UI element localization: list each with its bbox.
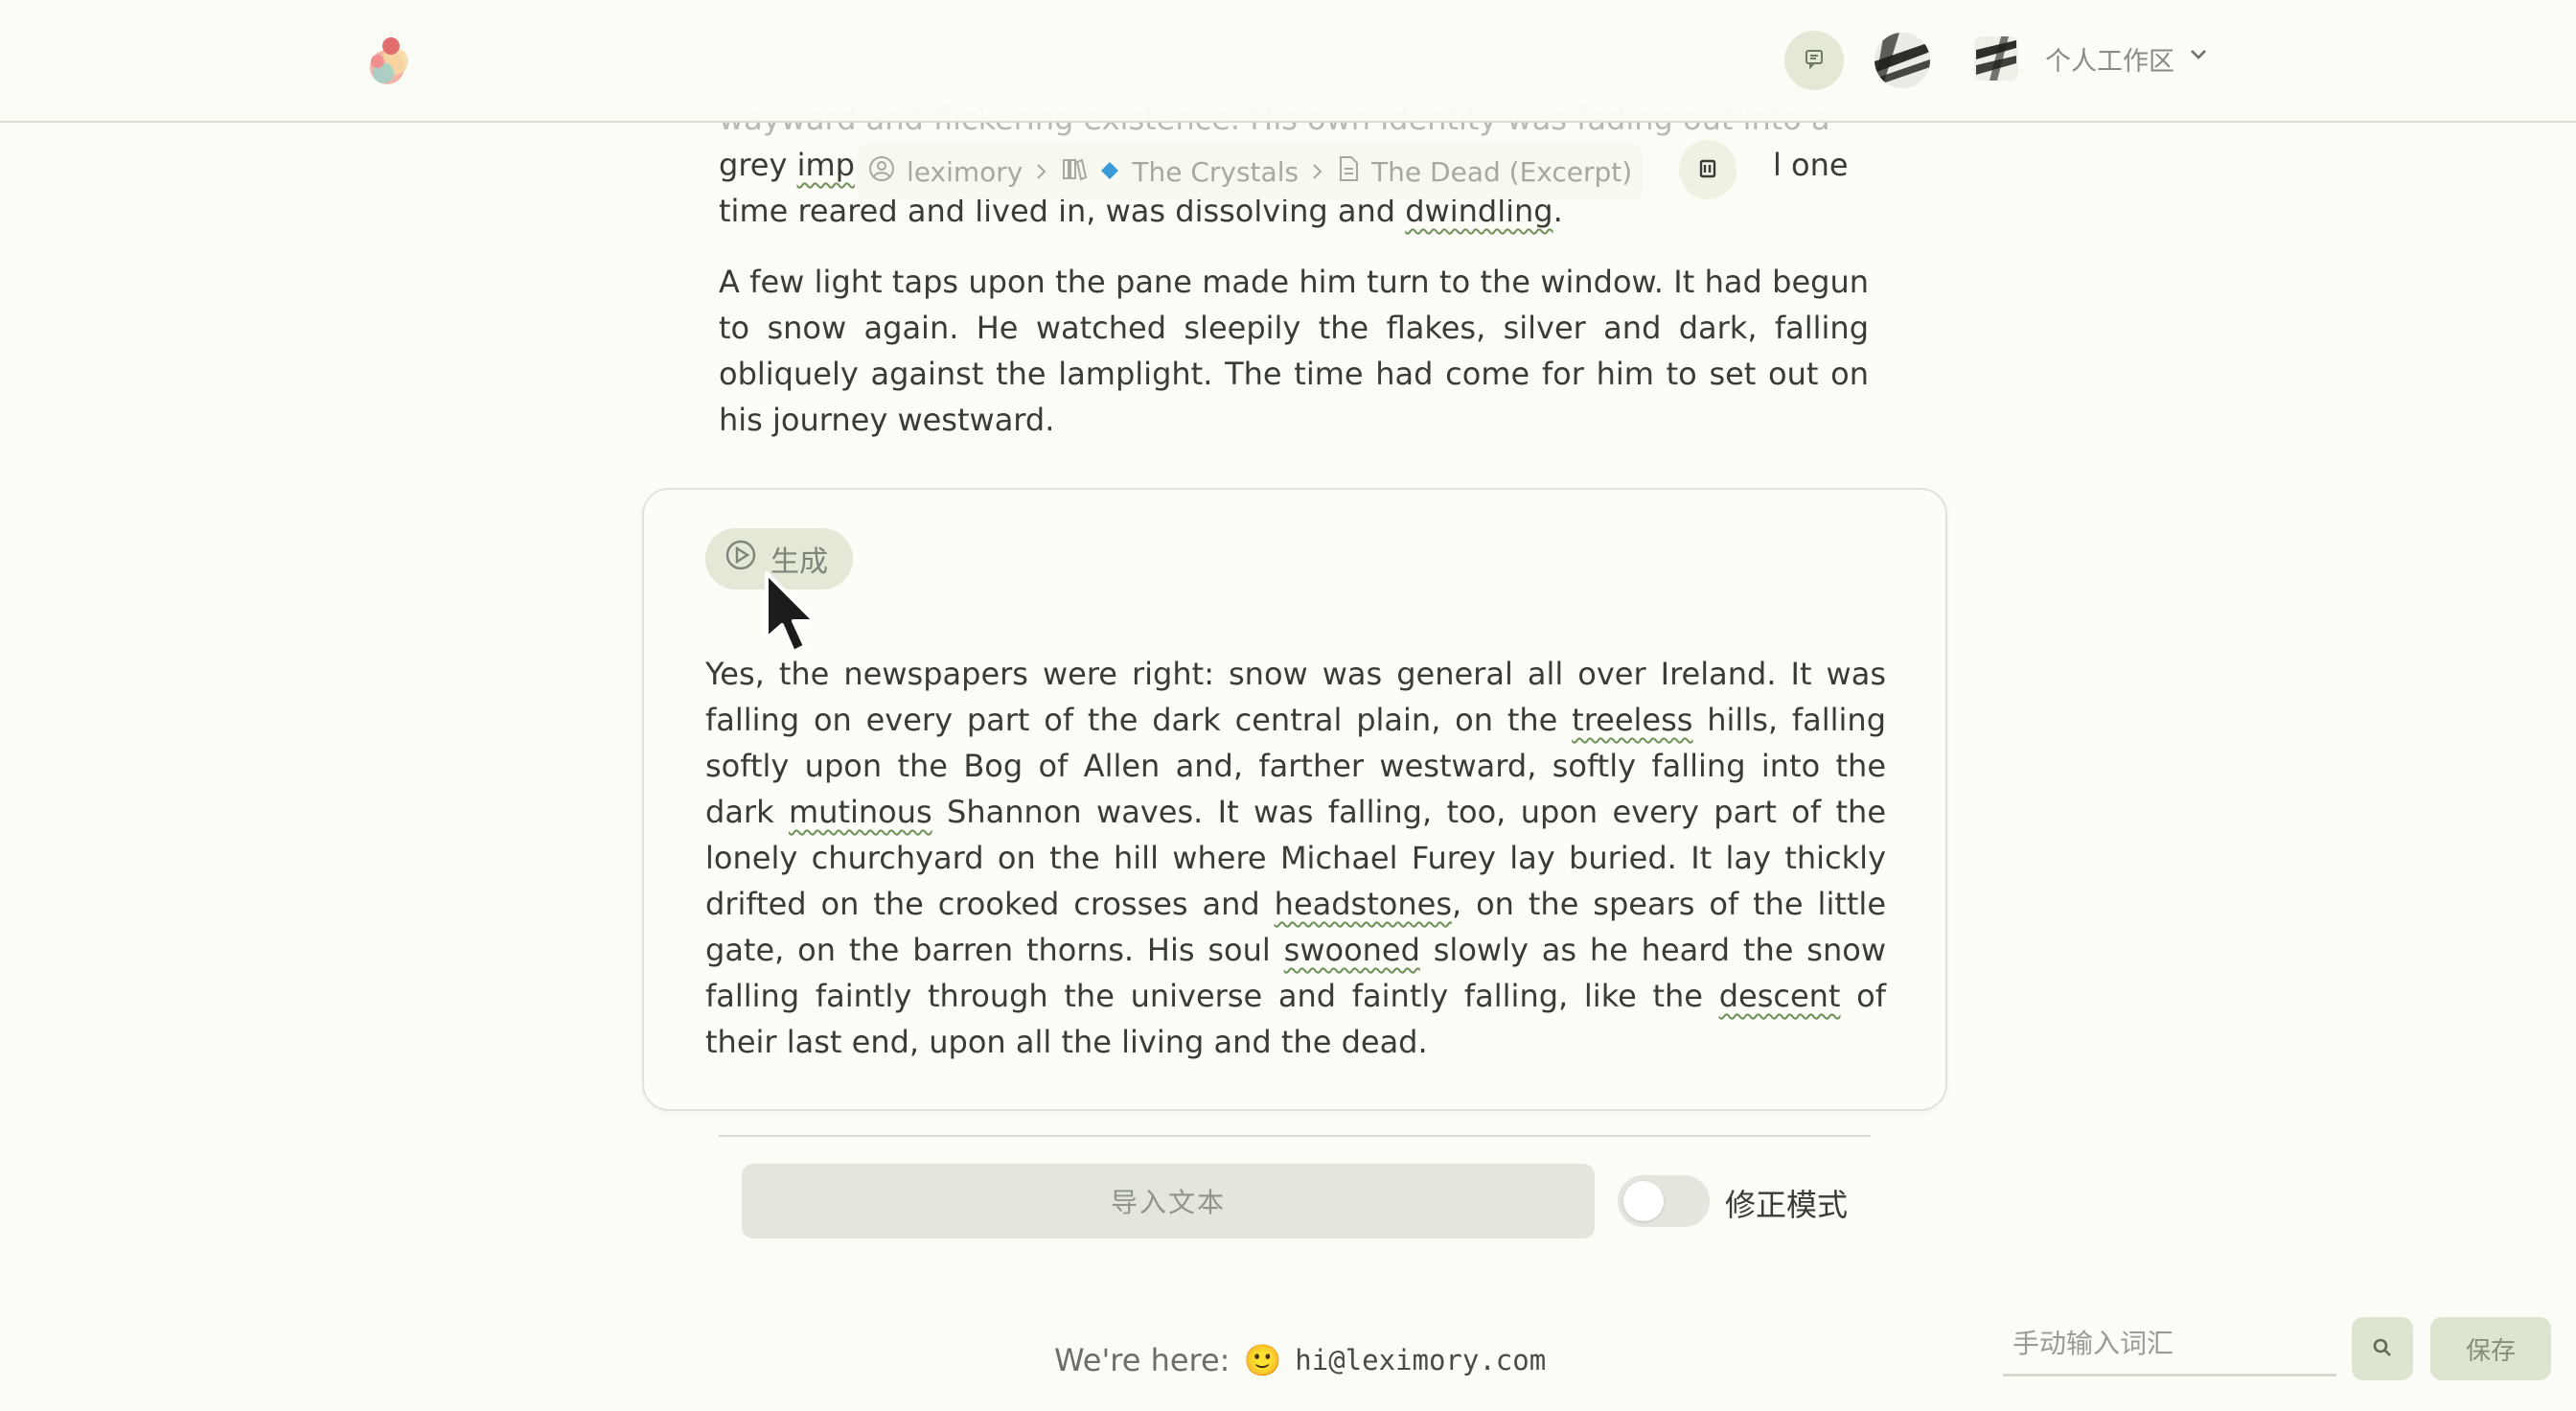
reader-text: l one (1772, 147, 1849, 183)
app-logo[interactable] (358, 29, 420, 92)
breadcrumb: leximory The Crystals The Dead (Excerpt) (857, 144, 1644, 199)
section-divider (719, 1135, 1871, 1137)
top-header: 个人工作区 (0, 0, 2576, 123)
user-avatar[interactable] (1874, 33, 1930, 88)
clipboard-icon (1697, 157, 1718, 183)
chevron-down-icon[interactable] (2189, 48, 2208, 66)
chevron-right-icon (1310, 156, 1325, 188)
vocabulary-word[interactable]: treeless (1572, 702, 1692, 738)
fix-mode-label: 修正模式 (1725, 1187, 1849, 1223)
vocabulary-word[interactable]: headstones (1275, 886, 1452, 922)
chat-button[interactable] (1784, 31, 1844, 90)
generated-text-card: 生成 Yes, the newspapers were right: snow … (642, 488, 1947, 1111)
vocabulary-word[interactable]: descent (1719, 978, 1841, 1014)
workspace-avatar[interactable] (1974, 36, 2018, 81)
user-circle-icon (868, 155, 895, 189)
chat-icon (1803, 47, 1826, 75)
breadcrumb-item-library[interactable]: The Crystals (1132, 156, 1299, 188)
breadcrumb-item-text[interactable]: The Dead (Excerpt) (1371, 156, 1632, 188)
manual-word-input[interactable] (2003, 1313, 2336, 1376)
vocabulary-word[interactable]: swooned (1284, 932, 1420, 968)
save-button[interactable]: 保存 (2430, 1317, 2551, 1380)
footer-prefix: We're here: (1054, 1342, 1230, 1378)
reader-paragraph: A few light taps upon the pane made him … (719, 264, 1869, 438)
vocabulary-word[interactable]: imp (797, 147, 855, 183)
generated-text: Yes, the newspapers were right: snow was… (705, 651, 1886, 1065)
vocabulary-word[interactable]: mutinous (789, 794, 932, 830)
import-text-button[interactable]: 导入文本 (742, 1164, 1595, 1238)
breadcrumb-item-user[interactable]: leximory (907, 156, 1023, 188)
workspace-selector-label[interactable]: 个人工作区 (2045, 40, 2174, 78)
footer-contact: We're here: 🙂 hi@leximory.com (1054, 1342, 1546, 1378)
diamond-icon (1099, 156, 1120, 188)
mouse-pointer-icon (763, 569, 818, 662)
chevron-right-icon (1034, 156, 1049, 188)
contact-email-link[interactable]: hi@leximory.com (1295, 1344, 1546, 1376)
play-icon (724, 539, 757, 579)
document-icon (1337, 155, 1360, 189)
smile-emoji-icon: 🙂 (1243, 1342, 1282, 1378)
library-icon (1061, 155, 1088, 189)
toggle-knob (1623, 1181, 1664, 1221)
search-icon (2372, 1337, 2393, 1361)
search-button[interactable] (2352, 1317, 2413, 1380)
copy-button[interactable] (1679, 140, 1736, 199)
reader-text: grey (719, 147, 797, 183)
fix-mode-toggle[interactable] (1618, 1175, 1710, 1227)
